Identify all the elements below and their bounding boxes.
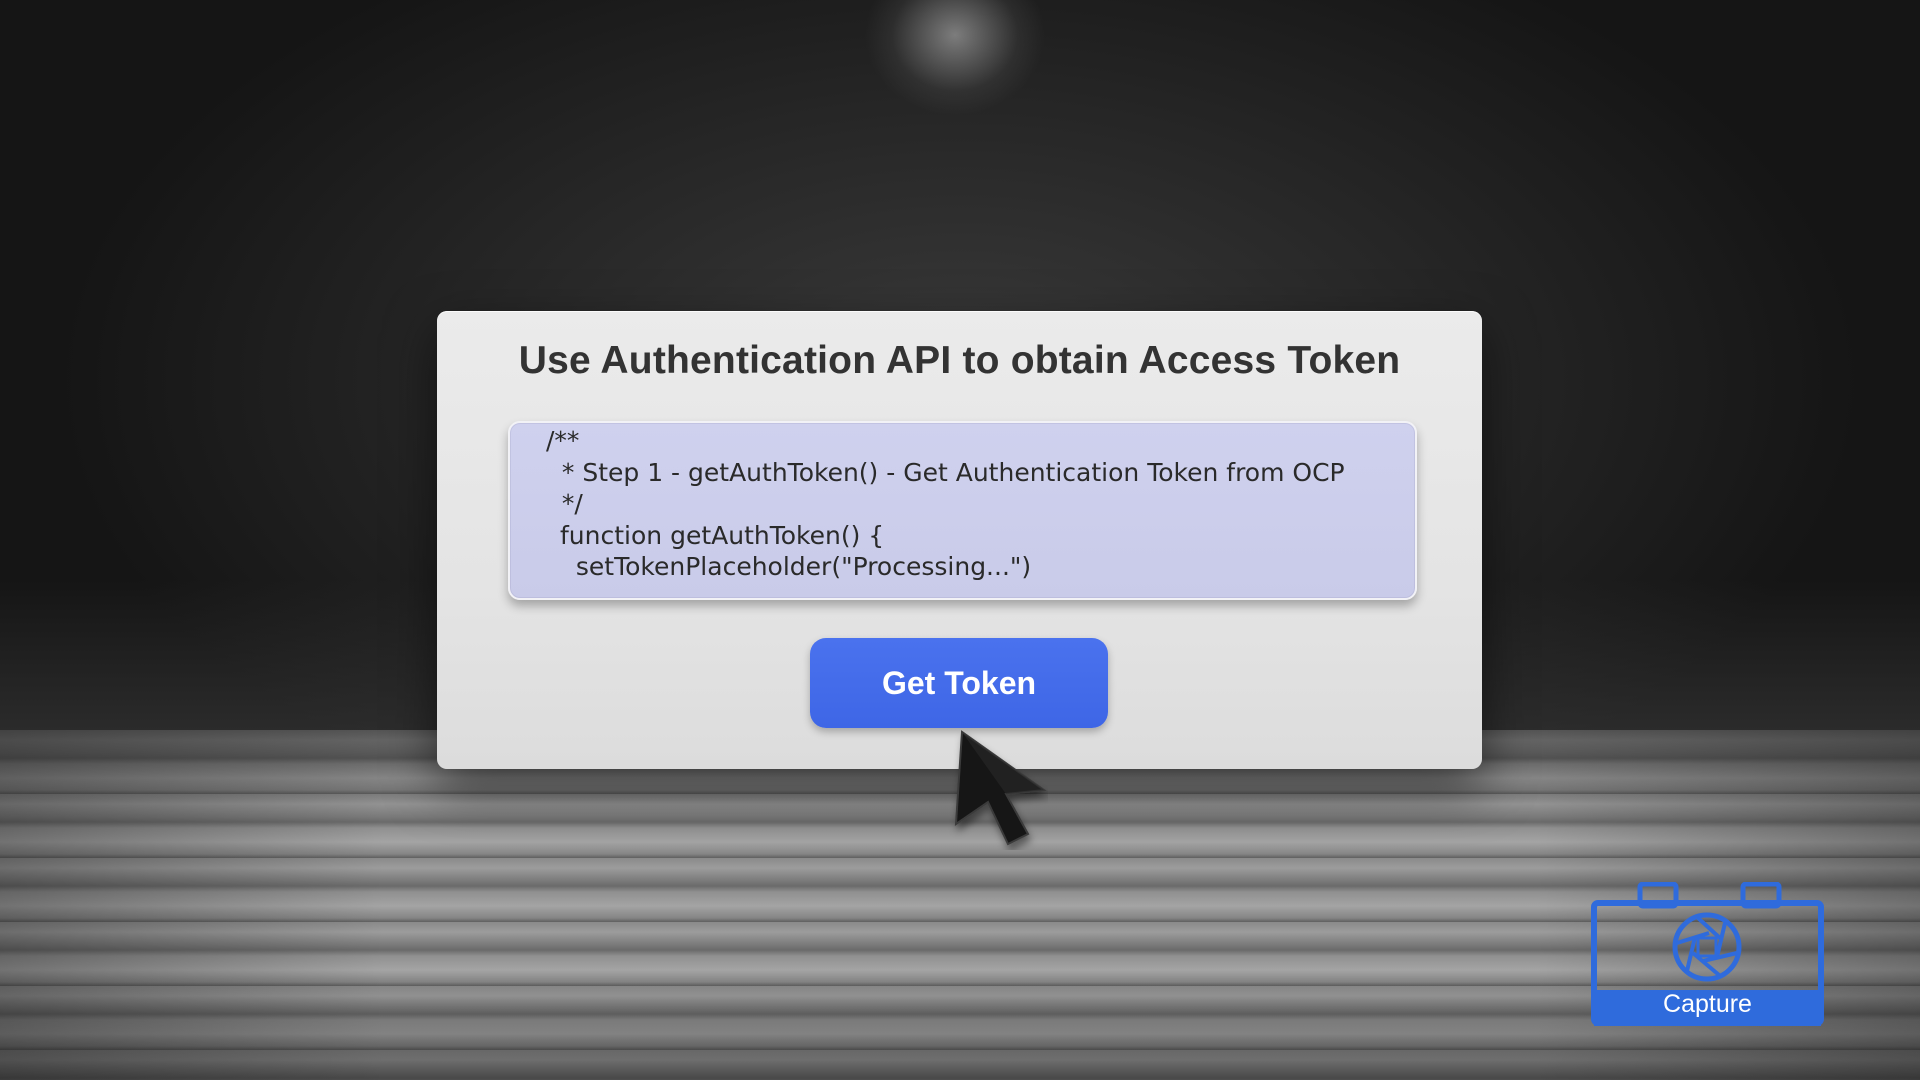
get-token-button[interactable]: Get Token [810,638,1108,728]
code-line: */ [546,489,583,518]
scene: Use Authentication API to obtain Access … [0,0,1920,1080]
code-line: /** [546,426,580,455]
code-line: setTokenPlaceholder("Processing...") [560,552,1032,581]
camera-aperture-icon [1672,912,1742,982]
code-snippet: /** * Step 1 - getAuthToken() - Get Auth… [508,421,1417,600]
panel-title: Use Authentication API to obtain Access … [518,339,1401,382]
capture-label: Capture [1663,990,1752,1018]
code-line: * Step 1 - getAuthToken() - Get Authenti… [546,458,1345,487]
mouse-pointer-icon [954,730,1047,846]
capture-button[interactable]: Capture [1591,881,1824,1026]
code-line: function getAuthToken() { [560,521,885,550]
auth-panel: Use Authentication API to obtain Access … [437,311,1482,769]
